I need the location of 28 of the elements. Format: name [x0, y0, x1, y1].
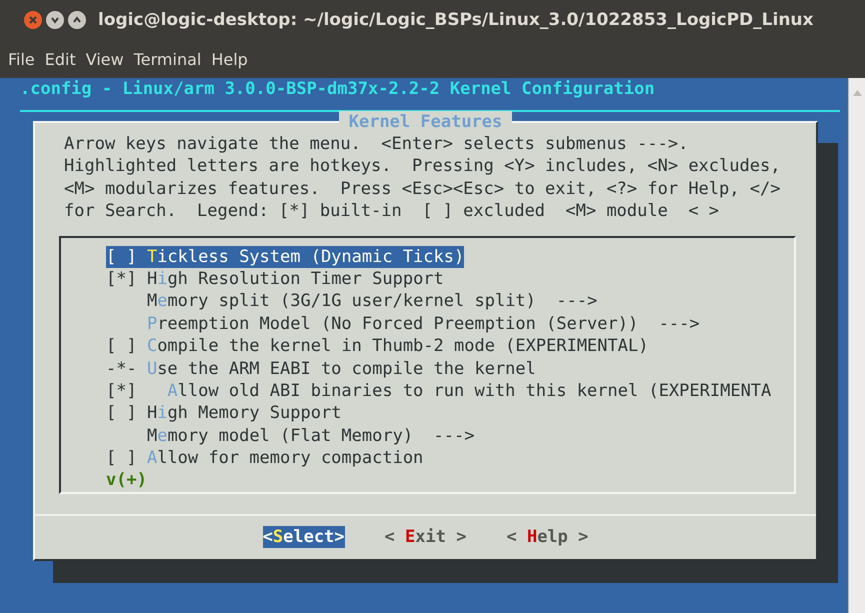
menu-item[interactable]: [ ] High Memory Support: [106, 402, 342, 425]
dialog-button[interactable]: < Help >: [506, 526, 588, 548]
menu-item[interactable]: [*] High Resolution Timer Support: [106, 268, 444, 290]
window-title: logic@logic-desktop: ~/logic/Logic_BSPs/Linux_3.0/1022853_LogicPD_Linux: [98, 10, 814, 30]
help-text: Highlighted letters are hotkeys. Pressing <Y> includes, <N> excludes,: [64, 155, 782, 178]
maximize-icon[interactable]: [68, 11, 86, 29]
more-indicator: v(+): [106, 469, 147, 492]
menu-item[interactable]: -*- Use the ARM EABI to compile the kernel: [106, 358, 536, 380]
dialog-button[interactable]: <Select>: [262, 526, 345, 548]
menu-item[interactable]: [ ] Allow for memory compaction: [106, 447, 424, 470]
menu-item[interactable]: P reemption Model (No Forced Preemption (Server)) --->: [106, 312, 700, 336]
menu-item[interactable]: [ ] Compile the kernel in Thumb-2 mode (EXPERIMENTAL): [106, 335, 648, 358]
minimize-icon[interactable]: [46, 11, 64, 29]
menu-item[interactable]: Memory model (Flat Memory) --->: [106, 424, 474, 448]
menu-item[interactable]: [*] Allow old ABI binaries to run with this kernel (EXPERIMENTA: [106, 380, 772, 402]
menu-bar-item[interactable]: Terminal: [134, 50, 202, 68]
config-header: .config - Linux/arm 3.0.0-BSP-dm37x-2.2-2 Kernel Configuration: [19, 78, 656, 100]
close-icon[interactable]: [24, 11, 42, 29]
help-text: <M> modularizes features. Press <Esc><Esc> to exit, <?> for Help, </>: [64, 178, 782, 200]
help-text: Arrow keys navigate the menu. <Enter> selects submenus --->.: [64, 133, 690, 156]
menu-bar-item[interactable]: View: [86, 50, 124, 68]
menu-item[interactable]: [ ] Tickless System (Dynamic Ticks): [106, 246, 464, 268]
menu-bar-item[interactable]: Edit: [44, 50, 76, 68]
menu-item[interactable]: Memory split (3G/1G user/kernel split) --->: [106, 290, 598, 313]
help-text: for Search. Legend: [*] built-in [ ] excluded <M> module < >: [64, 200, 720, 223]
dialog-button[interactable]: < Exit >: [384, 526, 466, 548]
menu-bar-item[interactable]: File: [8, 50, 35, 68]
menu-bar-item[interactable]: Help: [211, 50, 248, 68]
